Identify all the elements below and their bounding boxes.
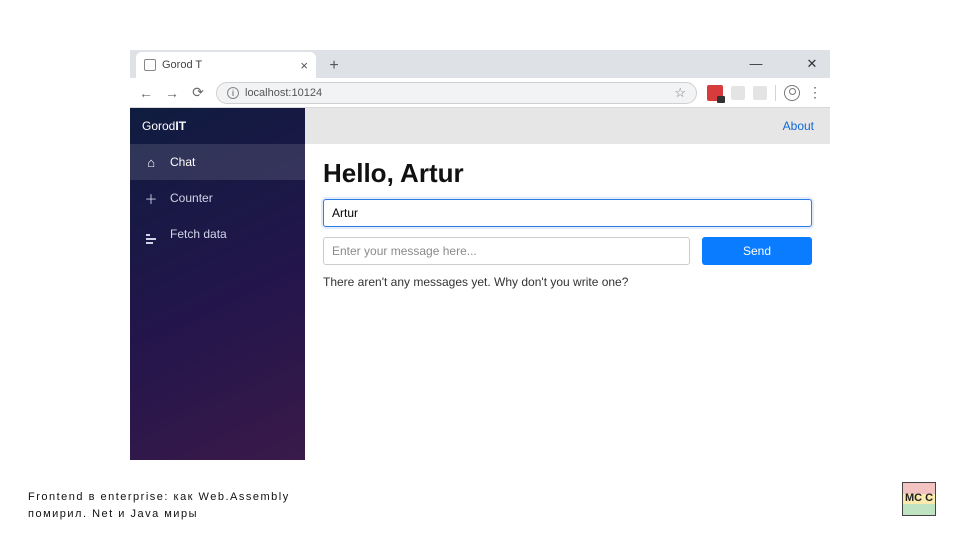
separator (775, 85, 776, 101)
sidebar-item-chat[interactable]: ⌂ Chat (130, 144, 305, 180)
sidebar: Gorod IT ⌂ Chat ＋ Counter Fetch data (130, 108, 305, 460)
favicon-icon (144, 59, 156, 71)
extensions-area: ⋮ (707, 84, 822, 101)
omnibox[interactable]: i localhost:10124 ☆ (216, 82, 697, 104)
bookmark-star-icon[interactable]: ☆ (674, 85, 686, 101)
sidebar-item-label: Fetch data (170, 227, 227, 241)
url-text: localhost:10124 (245, 87, 322, 99)
mcc-logo: MC C (902, 482, 936, 516)
message-input[interactable] (323, 237, 690, 265)
new-tab-button[interactable]: + (322, 54, 346, 78)
empty-state: There aren't any messages yet. Why don't… (323, 275, 812, 289)
extension-badge-icon[interactable] (707, 85, 723, 101)
browser-window: Gorod T × + — ✕ ← → ⟳ i localhost:10124 … (130, 50, 830, 460)
sidebar-item-label: Counter (170, 191, 213, 205)
tab-title: Gorod T (162, 59, 294, 71)
home-icon: ⌂ (144, 155, 158, 170)
reload-icon[interactable]: ⟳ (190, 84, 206, 101)
profile-avatar-icon[interactable] (784, 85, 800, 101)
titlebar: Gorod T × + — ✕ (130, 50, 830, 78)
extension-icon[interactable] (731, 86, 745, 100)
mcc-logo-text: MC C (903, 483, 935, 515)
browser-tab[interactable]: Gorod T × (136, 52, 316, 78)
maximize-button[interactable] (776, 56, 792, 72)
slide-caption: Frontend в enterprise: как Web.Assembly … (28, 489, 290, 522)
brand-text: Gorod (142, 119, 175, 133)
topbar: About (305, 108, 830, 144)
close-window-button[interactable]: ✕ (804, 56, 820, 72)
minimize-button[interactable]: — (748, 56, 764, 72)
back-icon[interactable]: ← (138, 85, 154, 101)
content: About Hello, Artur Send There aren't any… (305, 108, 830, 460)
menu-kebab-icon[interactable]: ⋮ (808, 84, 822, 101)
window-controls: — ✕ (748, 56, 830, 78)
address-bar: ← → ⟳ i localhost:10124 ☆ ⋮ (130, 78, 830, 108)
sidebar-item-label: Chat (170, 155, 195, 169)
brand: Gorod IT (130, 108, 305, 144)
info-icon: i (227, 87, 239, 99)
send-button[interactable]: Send (702, 237, 812, 265)
about-link[interactable]: About (783, 119, 814, 133)
brand-bold: IT (175, 119, 186, 133)
sidebar-item-counter[interactable]: ＋ Counter (130, 180, 305, 216)
forward-icon[interactable]: → (164, 85, 180, 101)
page-title: Hello, Artur (323, 158, 812, 189)
caption-line-2: помирил. Net и Java миры (28, 506, 290, 523)
message-row: Send (323, 237, 812, 265)
sidebar-item-fetchdata[interactable]: Fetch data (130, 216, 305, 252)
list-icon (144, 224, 158, 244)
caption-line-1: Frontend в enterprise: как Web.Assembly (28, 489, 290, 506)
main: Hello, Artur Send There aren't any messa… (305, 144, 830, 303)
extension-icon[interactable] (753, 86, 767, 100)
name-input[interactable] (323, 199, 812, 227)
tab-close-icon[interactable]: × (300, 58, 308, 73)
plus-icon: ＋ (144, 189, 158, 208)
viewport: Gorod IT ⌂ Chat ＋ Counter Fetch data Abo… (130, 108, 830, 460)
